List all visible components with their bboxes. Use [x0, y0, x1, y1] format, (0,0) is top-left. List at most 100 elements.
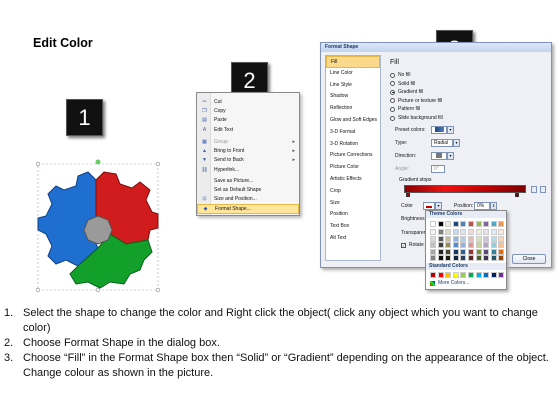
- more-colors-link[interactable]: More Colors...: [438, 280, 469, 286]
- fill-option[interactable]: No fill: [390, 71, 411, 79]
- radio-button[interactable]: [390, 81, 395, 87]
- gradient-stop-handle[interactable]: [406, 193, 410, 197]
- color-swatch[interactable]: [460, 235, 467, 242]
- dialog-nav-item[interactable]: Line Style: [326, 80, 380, 92]
- color-swatch[interactable]: [445, 255, 452, 261]
- gear-graphic[interactable]: [30, 156, 166, 296]
- color-swatch[interactable]: [498, 255, 505, 261]
- dialog-nav-item[interactable]: Alt Text: [326, 233, 380, 245]
- radio-button[interactable]: [390, 98, 395, 104]
- color-swatch[interactable]: [498, 248, 505, 255]
- color-swatch[interactable]: [445, 229, 452, 235]
- color-swatch[interactable]: [437, 221, 444, 227]
- rotate-handle[interactable]: [95, 159, 101, 165]
- context-menu-item[interactable]: ⛓ Hyperlink...: [197, 165, 299, 174]
- dialog-nav-item[interactable]: Fill: [326, 56, 380, 68]
- color-swatch[interactable]: [475, 242, 482, 248]
- color-swatch[interactable]: [430, 242, 436, 248]
- color-swatch[interactable]: [467, 229, 474, 235]
- color-swatch[interactable]: [467, 221, 474, 227]
- color-swatch[interactable]: [437, 248, 444, 255]
- color-swatch[interactable]: [437, 255, 444, 261]
- context-menu-item[interactable]: ❐ Copy: [197, 106, 299, 115]
- type-select[interactable]: Radial: [431, 138, 453, 147]
- color-swatch[interactable]: [437, 272, 444, 278]
- color-swatch[interactable]: [475, 235, 482, 242]
- color-swatch[interactable]: [437, 229, 444, 235]
- color-swatch[interactable]: [475, 248, 482, 255]
- context-menu-item[interactable]: ▤ Paste: [197, 116, 299, 125]
- resize-handle[interactable]: [95, 287, 101, 293]
- dialog-nav-item[interactable]: Line Color: [326, 68, 380, 80]
- context-menu-item[interactable]: ⊡ Size and Position...: [197, 195, 299, 204]
- color-swatch[interactable]: [430, 221, 436, 227]
- gear-blue-segment[interactable]: [37, 171, 99, 267]
- color-swatch[interactable]: [483, 242, 490, 248]
- dialog-nav-item[interactable]: Shadow: [326, 91, 380, 103]
- color-swatch[interactable]: [452, 242, 459, 248]
- dialog-nav-item[interactable]: Picture Corrections: [326, 150, 380, 162]
- spinner-icon[interactable]: ⇕: [490, 201, 497, 210]
- color-swatch[interactable]: [490, 242, 497, 248]
- context-menu-item[interactable]: ◆ Format Shape...: [197, 204, 299, 214]
- position-input[interactable]: 0%: [474, 201, 490, 210]
- dialog-nav-item[interactable]: Text Box: [326, 221, 380, 233]
- chevron-down-icon[interactable]: ▾: [453, 138, 460, 147]
- fill-option[interactable]: Pattern fill: [390, 105, 420, 113]
- resize-handle[interactable]: [155, 287, 161, 293]
- gradient-stops-bar[interactable]: [404, 185, 526, 193]
- color-swatch[interactable]: [498, 242, 505, 248]
- color-swatch[interactable]: [490, 229, 497, 235]
- color-swatch[interactable]: [437, 242, 444, 248]
- gradient-stop-handle[interactable]: [515, 193, 519, 197]
- color-swatch[interactable]: [460, 242, 467, 248]
- color-swatch[interactable]: [445, 221, 452, 227]
- context-menu-item[interactable]: ▼ Send to Back ▸: [197, 156, 299, 165]
- context-menu-item[interactable]: A Edit Text: [197, 125, 299, 134]
- color-swatch[interactable]: [475, 221, 482, 227]
- close-button[interactable]: Close: [512, 254, 546, 264]
- color-swatch[interactable]: [490, 272, 497, 278]
- dialog-nav-item[interactable]: Reflection: [326, 103, 380, 115]
- color-swatch[interactable]: [483, 235, 490, 242]
- color-swatch[interactable]: [483, 272, 490, 278]
- context-menu-item[interactable]: ✂ Cut: [197, 97, 299, 106]
- color-swatch[interactable]: [430, 235, 436, 242]
- fill-option[interactable]: Picture or texture fill: [390, 97, 442, 105]
- color-swatch[interactable]: [460, 221, 467, 227]
- color-swatch[interactable]: [483, 255, 490, 261]
- fill-option[interactable]: Slide background fill: [390, 114, 443, 122]
- color-swatch[interactable]: [430, 272, 436, 278]
- color-swatch[interactable]: [483, 221, 490, 227]
- rotate-checkbox[interactable]: ✓: [401, 242, 406, 248]
- color-swatch[interactable]: [460, 229, 467, 235]
- color-swatch[interactable]: [445, 235, 452, 242]
- color-swatch[interactable]: [467, 255, 474, 261]
- radio-button[interactable]: [390, 72, 395, 78]
- color-swatch[interactable]: [467, 272, 474, 278]
- remove-stop-button[interactable]: [540, 186, 546, 193]
- color-button[interactable]: [423, 201, 435, 210]
- resize-handle[interactable]: [35, 287, 41, 293]
- dialog-nav-item[interactable]: Picture Color: [326, 162, 380, 174]
- add-stop-button[interactable]: [531, 186, 537, 193]
- color-swatch[interactable]: [467, 248, 474, 255]
- color-swatch[interactable]: [475, 255, 482, 261]
- radio-button[interactable]: [390, 106, 395, 112]
- color-swatch[interactable]: [460, 248, 467, 255]
- color-swatch[interactable]: [452, 272, 459, 278]
- chevron-down-icon[interactable]: ▾: [447, 151, 454, 160]
- color-swatch[interactable]: [452, 229, 459, 235]
- dialog-nav-item[interactable]: Position: [326, 209, 380, 221]
- dialog-nav-item[interactable]: Size: [326, 198, 380, 210]
- context-menu-item[interactable]: Set as Default Shape: [197, 185, 299, 194]
- radio-button[interactable]: [390, 115, 395, 121]
- color-swatch[interactable]: [475, 272, 482, 278]
- context-menu-item[interactable]: ▦ Group ▸: [197, 137, 299, 146]
- color-swatch[interactable]: [445, 242, 452, 248]
- resize-handle[interactable]: [155, 161, 161, 167]
- dialog-nav-item[interactable]: Glow and Soft Edges: [326, 115, 380, 127]
- dialog-nav-item[interactable]: Crop: [326, 186, 380, 198]
- fill-option[interactable]: Gradient fill: [390, 88, 423, 96]
- context-menu-item[interactable]: ▲ Bring to Front ▸: [197, 146, 299, 155]
